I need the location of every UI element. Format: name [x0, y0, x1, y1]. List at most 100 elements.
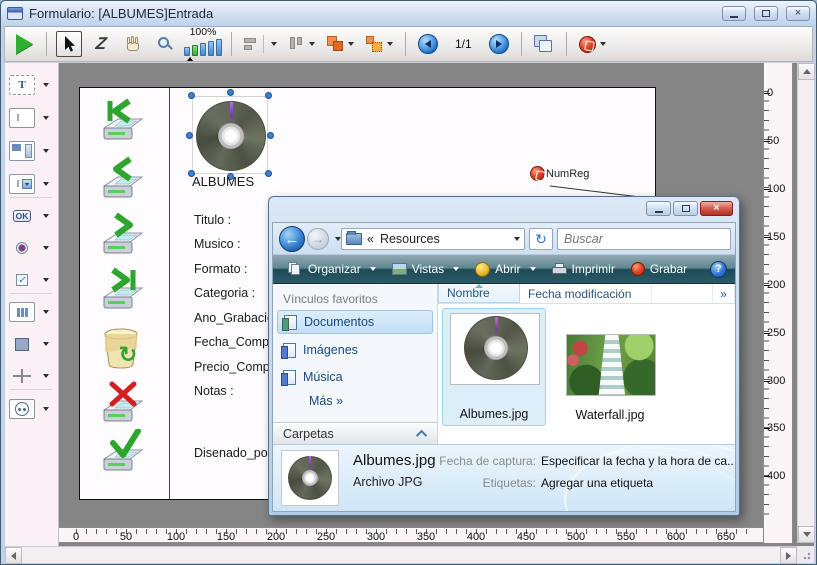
explorer-close-button[interactable]: ×: [700, 201, 733, 216]
vertical-scrollbar[interactable]: [797, 63, 814, 543]
chevron-down-icon[interactable]: [43, 149, 49, 153]
send-to-back-button[interactable]: [363, 31, 396, 57]
selection-handle[interactable]: [267, 132, 274, 139]
chevron-down-icon[interactable]: [348, 42, 354, 46]
chevron-down-icon[interactable]: [43, 278, 49, 282]
checkbox-tool[interactable]: ✓: [9, 267, 55, 293]
minimize-button[interactable]: [722, 6, 746, 21]
open-button[interactable]: Abrir: [468, 259, 542, 280]
file-tile-albumes[interactable]: Albumes.jpg: [442, 308, 546, 426]
last-record-button[interactable]: [96, 267, 146, 315]
shape-tool[interactable]: [9, 331, 55, 357]
forward-button[interactable]: →: [307, 228, 329, 250]
recycle-button[interactable]: ↻: [96, 324, 146, 372]
zoom-bar-icon[interactable]: [200, 43, 206, 56]
selection-handle[interactable]: [227, 89, 234, 96]
file-list-pane[interactable]: Nombre Fecha modificación » Albumes.jpg: [438, 284, 735, 444]
tab-order-button[interactable]: Z: [88, 31, 114, 57]
container-tool[interactable]: [9, 396, 55, 422]
scroll-left-button[interactable]: [5, 547, 22, 564]
zoom-bar-icon[interactable]: [184, 47, 190, 56]
forms-button[interactable]: [531, 31, 557, 57]
selection-handle[interactable]: [188, 92, 195, 99]
selection-handle[interactable]: [265, 92, 272, 99]
chevron-down-icon[interactable]: [309, 42, 315, 46]
splitter-tool[interactable]: [9, 363, 55, 389]
bring-to-front-button[interactable]: [324, 31, 357, 57]
sidebar-item-musica[interactable]: Música: [277, 365, 433, 389]
chevron-down-icon[interactable]: [43, 214, 49, 218]
chevron-down-icon[interactable]: [370, 267, 376, 271]
label-tool[interactable]: T: [9, 72, 55, 98]
sidebar-more-link[interactable]: Más »: [309, 394, 343, 408]
address-dropdown-icon[interactable]: [514, 237, 520, 241]
delete-record-button[interactable]: [96, 380, 146, 428]
chevron-down-icon[interactable]: [43, 83, 49, 87]
save-record-button[interactable]: [96, 429, 146, 477]
zoom-bar-icon[interactable]: [216, 39, 222, 56]
zoom-level-widget[interactable]: 100%: [184, 27, 222, 61]
file-tile-waterfall[interactable]: Waterfall.jpg: [558, 308, 662, 426]
optionbutton-tool[interactable]: [9, 235, 55, 261]
next-record-button[interactable]: [96, 212, 146, 260]
horizontal-scrollbar[interactable]: [5, 546, 797, 563]
selection-handle[interactable]: [265, 170, 272, 177]
commandgroup-tool[interactable]: [9, 299, 55, 325]
search-input[interactable]: [564, 232, 724, 246]
organize-button[interactable]: Organizar: [281, 259, 383, 279]
album-image-control[interactable]: [192, 96, 268, 174]
chevron-down-icon[interactable]: [43, 246, 49, 250]
scroll-up-button[interactable]: [798, 63, 815, 80]
print-button[interactable]: Imprimir: [545, 259, 622, 279]
zoom-bar-current-icon[interactable]: [192, 45, 198, 56]
explorer-maximize-button[interactable]: [673, 201, 698, 216]
address-bar[interactable]: « Resources: [341, 228, 525, 250]
previous-page-button[interactable]: [415, 31, 441, 57]
sidebar-item-imagenes[interactable]: Imágenes: [277, 338, 433, 362]
align-horizontal-button[interactable]: [241, 31, 280, 57]
chevron-down-icon[interactable]: [271, 42, 277, 46]
chevron-down-icon[interactable]: [43, 182, 49, 186]
chevron-down-icon[interactable]: [43, 407, 49, 411]
selection-handle[interactable]: [186, 132, 193, 139]
resize-grip[interactable]: [797, 546, 814, 563]
chevron-down-icon[interactable]: [453, 267, 459, 271]
chevron-down-icon[interactable]: [600, 42, 606, 46]
select-pointer-button[interactable]: [56, 31, 82, 57]
column-header-filler[interactable]: [652, 284, 713, 303]
editbox-tool[interactable]: [9, 138, 55, 164]
search-box[interactable]: [557, 228, 731, 250]
maximize-button[interactable]: [754, 6, 778, 21]
burn-button[interactable]: Grabar: [624, 259, 694, 279]
next-page-button[interactable]: [486, 31, 512, 57]
textbox-tool[interactable]: I: [9, 105, 55, 131]
column-header-fecha[interactable]: Fecha modificación: [520, 284, 652, 303]
address-chevrons[interactable]: «: [367, 232, 374, 246]
foxpro-button[interactable]: [576, 31, 609, 57]
run-form-button[interactable]: [11, 31, 37, 57]
align-vertical-button[interactable]: [286, 31, 318, 57]
zoom-button[interactable]: [152, 31, 178, 57]
column-header-nombre[interactable]: Nombre: [438, 284, 520, 303]
column-header-overflow[interactable]: »: [713, 284, 735, 303]
pan-button[interactable]: [120, 31, 146, 57]
chevron-down-icon[interactable]: [43, 374, 49, 378]
folders-band[interactable]: Carpetas: [273, 422, 437, 444]
close-button[interactable]: ×: [786, 6, 810, 21]
chevron-down-icon[interactable]: [530, 267, 536, 271]
capture-date-value[interactable]: Especificar la fecha y la hora de ca...: [541, 454, 735, 468]
explorer-minimize-button[interactable]: [646, 201, 671, 216]
commandbutton-tool[interactable]: OK: [9, 203, 55, 229]
explorer-titlebar[interactable]: ×: [269, 197, 739, 222]
help-button[interactable]: ?: [710, 261, 727, 278]
chevron-down-icon[interactable]: [43, 342, 49, 346]
chevron-down-icon[interactable]: [43, 116, 49, 120]
address-folder[interactable]: Resources: [380, 232, 440, 246]
scroll-right-button[interactable]: [780, 547, 797, 564]
zoom-bar-icon[interactable]: [208, 41, 214, 56]
combobox-tool[interactable]: I: [9, 171, 55, 197]
sidebar-item-documentos[interactable]: Documentos: [277, 310, 433, 334]
chevron-down-icon[interactable]: [43, 310, 49, 314]
numreg-control[interactable]: NumReg: [530, 166, 589, 181]
previous-record-button[interactable]: [96, 156, 146, 204]
